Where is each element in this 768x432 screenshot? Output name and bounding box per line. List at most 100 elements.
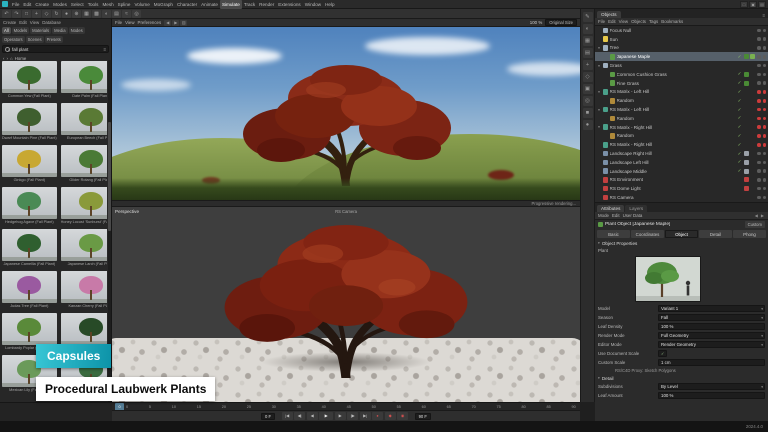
- editor-visibility-dot[interactable]: [757, 143, 761, 147]
- object-tag-icon[interactable]: [744, 89, 749, 94]
- menu-item[interactable]: Create: [33, 0, 51, 9]
- object-tag-icon[interactable]: [750, 63, 755, 68]
- asset-menu-item[interactable]: Database: [42, 20, 61, 26]
- enable-check-icon[interactable]: ✓: [737, 80, 742, 86]
- object-tag-icon[interactable]: [750, 37, 755, 42]
- asset-item[interactable]: Japanese Larch (Fall Plant): [60, 228, 107, 268]
- enable-check-icon[interactable]: ✓: [737, 159, 742, 165]
- render-visibility-dot[interactable]: [763, 29, 767, 33]
- filter-icon[interactable]: ≡: [103, 47, 106, 52]
- target-icon[interactable]: ◎: [132, 10, 141, 18]
- snap-icon[interactable]: ▦: [583, 36, 593, 46]
- attribute-tab[interactable]: Phong: [733, 230, 766, 238]
- menu-item[interactable]: Animate: [199, 0, 220, 9]
- object-tag-icon[interactable]: [744, 160, 749, 165]
- attribute-mode-item[interactable]: User Data: [623, 213, 643, 218]
- object-label[interactable]: Japanese Maple: [617, 54, 736, 59]
- object-label[interactable]: Tree: [610, 45, 736, 50]
- object-tag-icon[interactable]: [750, 177, 755, 182]
- object-label[interactable]: Sun: [610, 37, 736, 42]
- rv-next-icon[interactable]: ▶: [172, 20, 179, 26]
- section-object-properties[interactable]: ▾ Object Properties: [595, 239, 768, 247]
- attribute-tab[interactable]: Basic: [597, 230, 630, 238]
- live-selection-icon[interactable]: □: [22, 10, 31, 18]
- attribute-mode-item[interactable]: Mode: [598, 213, 609, 218]
- object-tag-icon[interactable]: [744, 177, 749, 182]
- editor-visibility-dot[interactable]: [757, 81, 761, 85]
- editor-visibility-dot[interactable]: [757, 117, 761, 121]
- object-menu-item[interactable]: View: [619, 19, 628, 24]
- asset-item[interactable]: Kanzan Cherry (Fall Plant): [60, 270, 107, 310]
- expand-arrow-icon[interactable]: ▾: [597, 90, 601, 94]
- end-frame-field[interactable]: 90 F: [415, 413, 431, 420]
- editor-visibility-dot[interactable]: [757, 187, 761, 191]
- asset-item[interactable]: Hedgehog Agave (Fall Plant): [1, 186, 58, 226]
- grid-icon[interactable]: ▤: [583, 48, 593, 58]
- object-label[interactable]: RS Matrix - Left Hill: [610, 107, 736, 112]
- object-tag-icon[interactable]: [744, 169, 749, 174]
- menu-item[interactable]: Window: [303, 0, 323, 9]
- pen-tool-icon[interactable]: ✎: [583, 12, 593, 22]
- asset-item[interactable]: Judas Tree (Fall Plant): [1, 270, 58, 310]
- object-tag-icon[interactable]: [744, 142, 749, 147]
- enable-check-icon[interactable]: ✓: [737, 115, 742, 121]
- enable-check-icon[interactable]: ✓: [737, 98, 742, 104]
- menu-item[interactable]: Select: [69, 0, 86, 9]
- render-view-icon[interactable]: ▦: [82, 10, 91, 18]
- field-value[interactable]: Render Geometry: [658, 341, 765, 348]
- object-tag-icon[interactable]: [744, 81, 749, 86]
- expand-arrow-icon[interactable]: ▾: [597, 64, 601, 68]
- redo-icon[interactable]: ↷: [12, 10, 21, 18]
- object-tag-icon[interactable]: [744, 37, 749, 42]
- render-visibility-dot[interactable]: [763, 134, 767, 138]
- object-tag-icon[interactable]: [750, 169, 755, 174]
- object-label[interactable]: Focus Null: [610, 28, 736, 33]
- next-frame-button[interactable]: ▶: [335, 412, 346, 420]
- enable-check-icon[interactable]: ✓: [737, 151, 742, 157]
- next-key-button[interactable]: |▶: [347, 412, 358, 420]
- asset-item[interactable]: Glider Rotang (Fall Plant): [60, 144, 107, 184]
- render-view-menu-item[interactable]: View: [125, 20, 134, 25]
- asset-item[interactable]: Ginkgo (Fall Plant): [1, 144, 58, 184]
- enable-check-icon[interactable]: ✓: [737, 107, 742, 113]
- object-label[interactable]: Random: [617, 116, 736, 121]
- layout-left-icon[interactable]: □: [740, 1, 748, 8]
- render-view-canvas[interactable]: [112, 27, 580, 200]
- camera-icon[interactable]: ◎: [583, 96, 593, 106]
- asset-item[interactable]: European Beech (Fall Plant): [60, 102, 107, 142]
- menu-item[interactable]: MoGraph: [152, 0, 175, 9]
- field-value[interactable]: Variant 1: [658, 305, 765, 312]
- asset-filter-chip[interactable]: Scenes: [26, 36, 44, 43]
- object-tag-icon[interactable]: [744, 72, 749, 77]
- object-tag-icon[interactable]: [750, 107, 755, 112]
- layout-center-icon[interactable]: ▣: [749, 1, 757, 8]
- asset-filter-chip[interactable]: Media: [52, 27, 67, 34]
- render-visibility-dot[interactable]: [763, 117, 767, 121]
- object-row[interactable]: ▾ RS Matrix - Left Hill ✓: [595, 88, 768, 97]
- object-tag-icon[interactable]: [750, 133, 755, 138]
- field-value[interactable]: 100 %: [658, 392, 765, 399]
- object-tag-icon[interactable]: [750, 116, 755, 121]
- menu-item[interactable]: Extensions: [276, 0, 302, 9]
- autokey-button[interactable]: ◉: [397, 412, 408, 420]
- tab-attributes[interactable]: Attributes: [597, 205, 624, 212]
- editor-visibility-dot[interactable]: [757, 55, 761, 59]
- object-row[interactable]: Fine Grass ✓: [595, 79, 768, 88]
- axis-icon[interactable]: +: [583, 60, 593, 70]
- object-tag-icon[interactable]: [750, 125, 755, 130]
- editor-visibility-dot[interactable]: [757, 108, 761, 112]
- expand-arrow-icon[interactable]: ▾: [597, 46, 601, 50]
- rv-compare-icon[interactable]: ▥: [180, 20, 187, 26]
- render-visibility-dot[interactable]: [763, 161, 767, 165]
- expand-arrow-icon[interactable]: ▾: [597, 125, 601, 129]
- object-label[interactable]: RS Matrix - Right Hill: [610, 125, 736, 130]
- render-visibility-dot[interactable]: [763, 152, 767, 156]
- asset-filter-chip[interactable]: Models: [12, 27, 30, 34]
- rotate-tool-icon[interactable]: ↻: [52, 10, 61, 18]
- object-tag-icon[interactable]: [750, 160, 755, 165]
- attribute-tab[interactable]: Object: [665, 230, 698, 238]
- object-tag-icon[interactable]: [750, 98, 755, 103]
- render-visibility-dot[interactable]: [763, 55, 767, 59]
- simulate-icon[interactable]: ≈: [122, 10, 131, 18]
- object-menu-item[interactable]: Bookmarks: [661, 19, 683, 24]
